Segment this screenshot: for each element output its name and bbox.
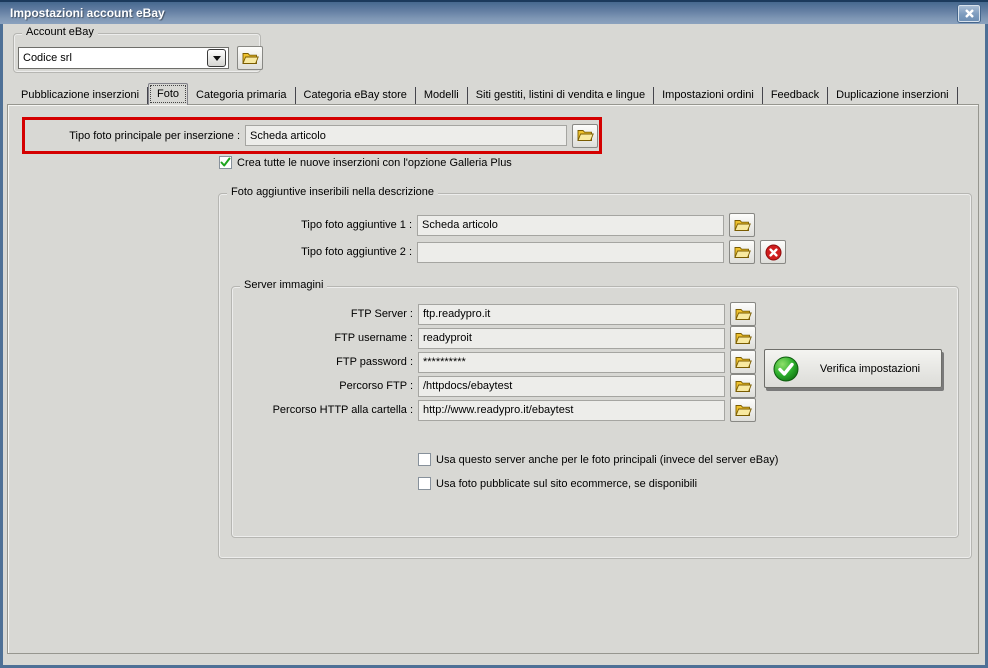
use-ecommerce-photos-checkbox-row[interactable]: Usa foto pubblicate sul sito ecommerce, … — [418, 477, 697, 490]
check-circle-icon — [773, 356, 799, 382]
delete-icon — [765, 244, 781, 260]
dialog-window: Impostazioni account eBay Account eBay C… — [0, 0, 988, 668]
use-ecommerce-photos-checkbox[interactable] — [418, 477, 431, 490]
ftp-server-row: FTP Server : ftp.readypro.it — [232, 302, 756, 326]
account-combobox[interactable]: Codice srl — [18, 47, 229, 69]
ftp-path-row: Percorso FTP : /httpdocs/ebaytest — [232, 374, 756, 398]
folder-icon — [241, 52, 259, 64]
folder-icon — [734, 332, 752, 344]
combobox-dropdown-button[interactable] — [207, 49, 226, 67]
http-path-label: Percorso HTTP alla cartella : — [272, 404, 413, 416]
image-server-groupbox: Server immagini FTP Server : ftp.readypr… — [231, 279, 959, 538]
folder-icon — [734, 380, 752, 392]
dialog-body: Account eBay Codice srl Pubblicazione in… — [3, 24, 985, 665]
account-browse-button[interactable] — [237, 46, 263, 70]
use-server-main-photos-label: Usa questo server anche per le foto prin… — [436, 453, 779, 466]
ftp-server-label: FTP Server : — [350, 308, 413, 320]
close-icon — [964, 9, 974, 18]
checkmark-icon — [220, 157, 231, 167]
additional-photos-groupbox: Foto aggiuntive inseribili nella descriz… — [218, 186, 972, 559]
ftp-path-field[interactable]: /httpdocs/ebaytest — [418, 375, 725, 397]
additional-photo-1-browse-button[interactable] — [729, 213, 755, 237]
gallery-plus-checkbox-row[interactable]: Crea tutte le nuove inserzioni con l'opz… — [219, 156, 512, 169]
tab-pubblicazione-inserzioni[interactable]: Pubblicazione inserzioni — [13, 87, 149, 105]
ftp-username-browse-button[interactable] — [730, 326, 756, 350]
account-combobox-value: Codice srl — [23, 52, 72, 64]
account-group-label: Account eBay — [22, 26, 98, 38]
ftp-username-label: FTP username : — [334, 332, 413, 344]
additional-photo-1-label: Tipo foto aggiuntive 1 : — [301, 219, 412, 231]
additional-photo-1-row: Tipo foto aggiuntive 1 : Scheda articolo — [219, 213, 755, 237]
folder-icon — [734, 356, 752, 368]
tab-duplicazione-inserzioni[interactable]: Duplicazione inserzioni — [828, 87, 958, 105]
ftp-password-row: FTP password : ********** — [232, 350, 756, 374]
ftp-path-label: Percorso FTP : — [339, 380, 413, 392]
ftp-password-browse-button[interactable] — [730, 350, 756, 374]
ftp-password-label: FTP password : — [336, 356, 413, 368]
ftp-username-row: FTP username : readyproit — [232, 326, 756, 350]
tab-strip: Pubblicazione inserzioni Foto Categoria … — [13, 83, 958, 105]
account-groupbox: Account eBay Codice srl — [13, 26, 263, 73]
use-server-main-photos-checkbox[interactable] — [418, 453, 431, 466]
additional-photos-group-label: Foto aggiuntive inseribili nella descriz… — [227, 186, 439, 198]
gallery-plus-checkbox[interactable] — [219, 156, 232, 169]
use-server-main-photos-checkbox-row[interactable]: Usa questo server anche per le foto prin… — [418, 453, 778, 466]
ftp-path-browse-button[interactable] — [730, 374, 756, 398]
tab-foto[interactable]: Foto — [148, 83, 189, 105]
additional-photo-2-row: Tipo foto aggiuntive 2 : — [219, 240, 786, 264]
tab-feedback[interactable]: Feedback — [763, 87, 829, 105]
main-photo-highlight-box: Tipo foto principale per inserzione : Sc… — [22, 117, 602, 154]
foto-tab-panel: Tipo foto principale per inserzione : Sc… — [7, 104, 979, 654]
ftp-password-field[interactable]: ********** — [418, 351, 725, 373]
additional-photo-2-label: Tipo foto aggiuntive 2 : — [301, 246, 412, 258]
ftp-username-field[interactable]: readyproit — [418, 327, 725, 349]
verify-settings-label: Verifica impostazioni — [819, 362, 921, 375]
folder-icon — [733, 246, 751, 258]
folder-icon — [734, 404, 752, 416]
ftp-server-field[interactable]: ftp.readypro.it — [418, 303, 725, 325]
folder-icon — [733, 219, 751, 231]
additional-photo-2-field[interactable] — [417, 241, 724, 263]
main-photo-field[interactable]: Scheda articolo — [245, 125, 567, 146]
tab-modelli[interactable]: Modelli — [416, 87, 468, 105]
additional-photo-2-browse-button[interactable] — [729, 240, 755, 264]
additional-photo-1-field[interactable]: Scheda articolo — [417, 214, 724, 236]
additional-photo-2-delete-button[interactable] — [760, 240, 786, 264]
close-button[interactable] — [957, 4, 981, 23]
image-server-group-label: Server immagini — [240, 279, 328, 291]
tab-siti-gestiti[interactable]: Siti gestiti, listini di vendita e lingu… — [468, 87, 655, 105]
tab-impostazioni-ordini[interactable]: Impostazioni ordini — [654, 87, 763, 105]
chevron-down-icon — [212, 55, 221, 61]
http-path-row: Percorso HTTP alla cartella : http://www… — [232, 398, 756, 422]
title-bar: Impostazioni account eBay — [0, 0, 988, 24]
window-title: Impostazioni account eBay — [10, 6, 165, 20]
tab-categoria-primaria[interactable]: Categoria primaria — [188, 87, 296, 105]
verify-settings-button[interactable]: Verifica impostazioni — [764, 349, 942, 388]
folder-icon — [576, 130, 594, 141]
http-path-browse-button[interactable] — [730, 398, 756, 422]
http-path-field[interactable]: http://www.readypro.it/ebaytest — [418, 399, 725, 421]
gallery-plus-label: Crea tutte le nuove inserzioni con l'opz… — [237, 156, 512, 169]
main-photo-label: Tipo foto principale per inserzione : — [69, 129, 240, 142]
folder-icon — [734, 308, 752, 320]
main-photo-browse-button[interactable] — [572, 123, 598, 148]
use-ecommerce-photos-label: Usa foto pubblicate sul sito ecommerce, … — [436, 477, 698, 490]
ftp-server-browse-button[interactable] — [730, 302, 756, 326]
tab-categoria-ebay-store[interactable]: Categoria eBay store — [296, 87, 416, 105]
